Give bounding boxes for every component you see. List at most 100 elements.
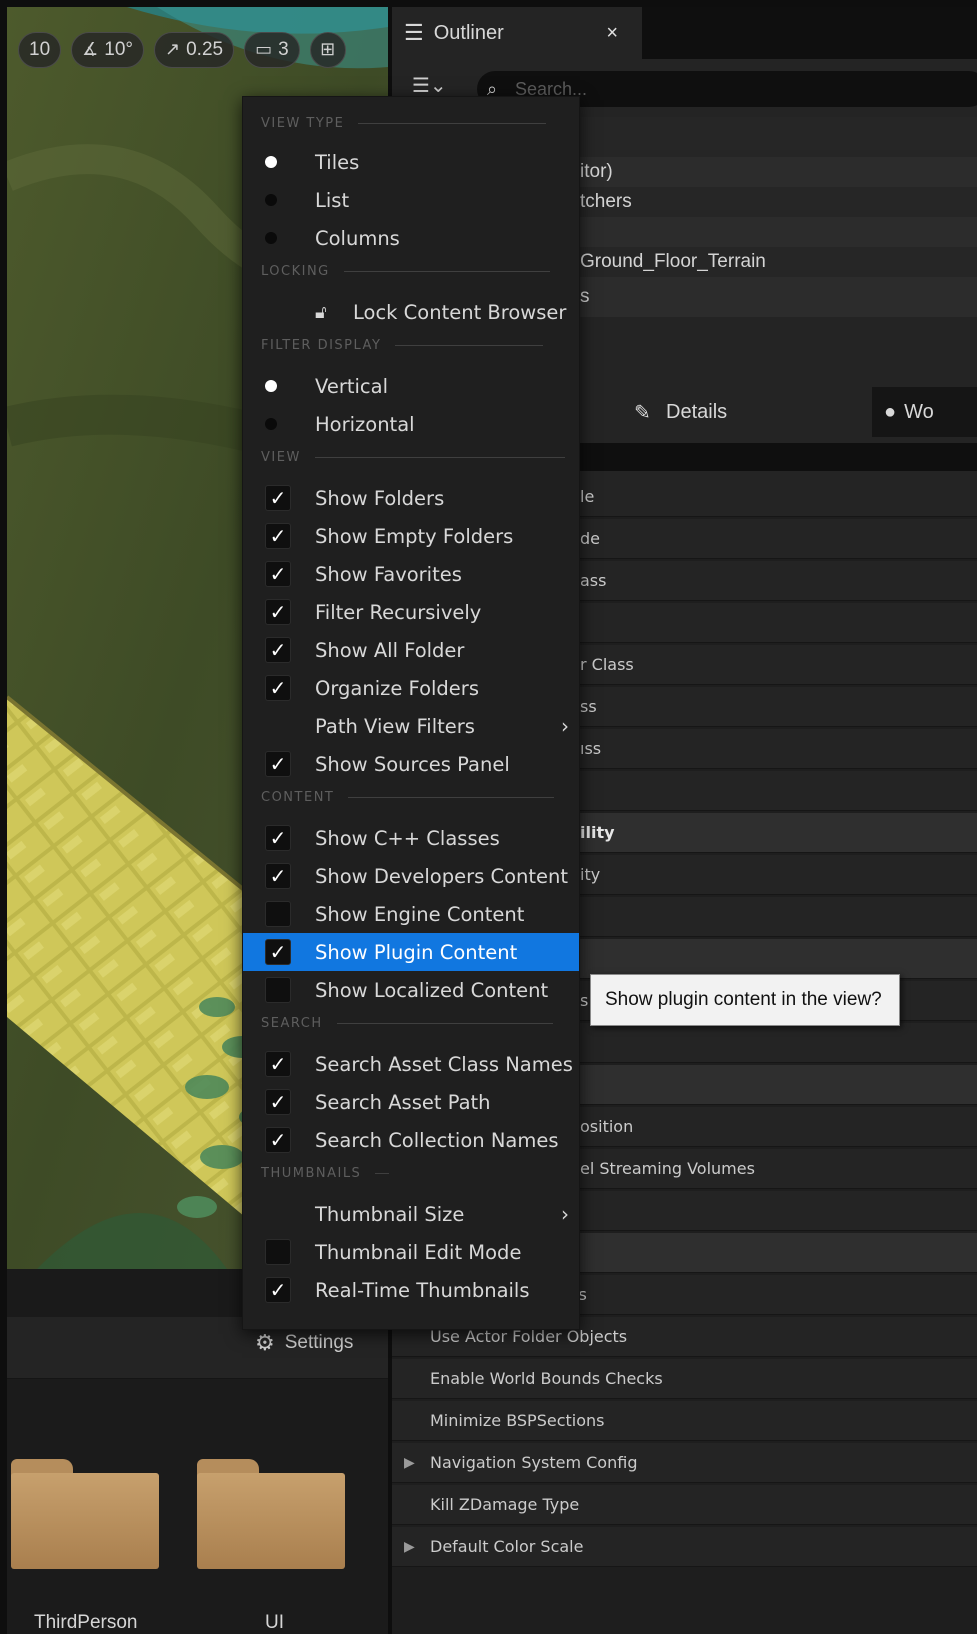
expand-arrow-icon[interactable]: ▶ <box>404 1455 415 1471</box>
menu-item-label: Tiles <box>315 150 360 174</box>
angle-icon: ∡ <box>82 39 99 59</box>
menu-item-tiles[interactable]: Tiles <box>243 143 579 181</box>
menu-item-list[interactable]: List <box>243 181 579 219</box>
details-property-label: Enable World Bounds Checks <box>430 1369 663 1388</box>
folder-label-thirdperson: ThirdPerson <box>34 1612 138 1633</box>
details-property-label: le <box>580 487 595 506</box>
checkbox-checked-icon[interactable]: ✓ <box>265 599 291 625</box>
checkbox-checked-icon[interactable]: ✓ <box>265 939 291 965</box>
grid-snap-button[interactable]: 10 <box>18 31 62 68</box>
menu-item-show-folders[interactable]: ✓ Show Folders <box>243 479 579 517</box>
menu-item-vertical[interactable]: Vertical <box>243 367 579 405</box>
menu-item-path-view-filters[interactable]: Path View Filters › <box>243 707 579 745</box>
section-label: SEARCH <box>261 1015 323 1031</box>
details-property-row[interactable]: ▶ Navigation System Config <box>392 1443 977 1483</box>
content-browser-settings-button[interactable]: ⚙ Settings <box>255 1330 353 1356</box>
menu-item-search-asset-path[interactable]: ✓ Search Asset Path <box>243 1083 579 1121</box>
details-property-row[interactable]: ▶ Default Color Scale <box>392 1527 977 1567</box>
menu-item-organize-folders[interactable]: ✓ Organize Folders <box>243 669 579 707</box>
menu-item-label: Show Empty Folders <box>315 524 514 548</box>
section-label: FILTER DISPLAY <box>261 337 382 353</box>
menu-item-real-time-thumbnails[interactable]: ✓ Real-Time Thumbnails <box>243 1271 579 1309</box>
checkbox-checked-icon[interactable]: ✓ <box>265 825 291 851</box>
section-view: VIEW <box>261 447 565 467</box>
section-content: CONTENT <box>261 787 555 807</box>
menu-item-label: Search Asset Path <box>315 1090 491 1114</box>
checkbox-checked-icon[interactable]: ✓ <box>265 637 291 663</box>
checkbox-unchecked-icon[interactable] <box>265 1239 291 1265</box>
filter-icon[interactable]: ☰⌄ <box>412 73 447 97</box>
unlock-icon: 🔓︎ <box>315 301 327 323</box>
menu-item-label: Path View Filters <box>315 714 475 738</box>
world-tab-label: Wo <box>904 400 934 423</box>
menu-item-horizontal[interactable]: Horizontal <box>243 405 579 443</box>
section-search: SEARCH <box>261 1013 553 1033</box>
checkbox-checked-icon[interactable]: ✓ <box>265 561 291 587</box>
menu-item-show-cpp-classes[interactable]: ✓ Show C++ Classes <box>243 819 579 857</box>
menu-item-lock-content-browser[interactable]: 🔓︎ Lock Content Browser <box>243 293 579 331</box>
menu-item-label: Search Asset Class Names <box>315 1052 573 1076</box>
details-property-label: Default Color Scale <box>430 1537 584 1556</box>
tab-world-settings[interactable]: ● Wo <box>884 387 934 437</box>
grid-layout-icon: ⊞ <box>320 39 336 59</box>
settings-label: Settings <box>284 1332 354 1353</box>
details-property-row[interactable]: Enable World Bounds Checks <box>392 1359 977 1399</box>
checkbox-checked-icon[interactable]: ✓ <box>265 751 291 777</box>
radio-icon <box>265 232 277 244</box>
section-label: VIEW TYPE <box>261 115 345 131</box>
checkbox-checked-icon[interactable]: ✓ <box>265 675 291 701</box>
menu-item-search-collection-names[interactable]: ✓ Search Collection Names <box>243 1121 579 1159</box>
menu-item-show-favorites[interactable]: ✓ Show Favorites <box>243 555 579 593</box>
folder-label-ui: UI <box>265 1612 284 1633</box>
viewport-toolbar: 10 ∡ 10° ↗ 0.25 ▭ 3 ⊞ <box>14 27 346 72</box>
menu-item-show-sources-panel[interactable]: ✓ Show Sources Panel <box>243 745 579 783</box>
section-label: LOCKING <box>261 263 330 279</box>
details-property-label: el Streaming Volumes <box>580 1159 755 1178</box>
tab-outliner[interactable]: ☰ Outliner × <box>392 7 642 59</box>
checkbox-checked-icon[interactable]: ✓ <box>265 523 291 549</box>
details-property-label: Minimize BSPSections <box>430 1411 605 1430</box>
menu-item-show-plugin-content[interactable]: ✓ Show Plugin Content <box>243 933 579 971</box>
details-property-row[interactable]: Kill ZDamage Type <box>392 1485 977 1525</box>
checkbox-unchecked-icon[interactable] <box>265 977 291 1003</box>
checkbox-checked-icon[interactable]: ✓ <box>265 1089 291 1115</box>
section-divider <box>348 796 555 798</box>
radio-selected-icon <box>265 156 277 168</box>
rotation-snap-button[interactable]: ∡ 10° <box>71 31 145 68</box>
details-property-row[interactable]: Minimize BSPSections <box>392 1401 977 1441</box>
section-divider <box>343 270 550 272</box>
expand-arrow-icon[interactable]: ▶ <box>404 1539 415 1555</box>
details-property-label: ility <box>580 823 615 842</box>
details-property-label: ass <box>580 571 607 590</box>
section-divider <box>375 1172 390 1174</box>
checkbox-checked-icon[interactable]: ✓ <box>265 863 291 889</box>
folder-ui[interactable] <box>197 1459 345 1569</box>
section-filter-display: FILTER DISPLAY <box>261 335 544 355</box>
checkbox-unchecked-icon[interactable] <box>265 901 291 927</box>
close-icon[interactable]: × <box>606 22 618 45</box>
menu-item-label: Vertical <box>315 374 388 398</box>
checkbox-checked-icon[interactable]: ✓ <box>265 1051 291 1077</box>
menu-item-show-engine-content[interactable]: Show Engine Content <box>243 895 579 933</box>
menu-item-label: Show Folders <box>315 486 445 510</box>
details-property-label: ıss <box>580 739 602 758</box>
checkbox-checked-icon[interactable]: ✓ <box>265 1127 291 1153</box>
menu-item-thumbnail-edit-mode[interactable]: Thumbnail Edit Mode <box>243 1233 579 1271</box>
checkbox-checked-icon[interactable]: ✓ <box>265 1277 291 1303</box>
scale-arrow-icon: ↗ <box>165 39 181 59</box>
menu-item-filter-recursively[interactable]: ✓ Filter Recursively <box>243 593 579 631</box>
menu-item-show-empty-folders[interactable]: ✓ Show Empty Folders <box>243 517 579 555</box>
menu-item-show-developers-content[interactable]: ✓ Show Developers Content <box>243 857 579 895</box>
menu-item-show-all-folder[interactable]: ✓ Show All Folder <box>243 631 579 669</box>
menu-item-columns[interactable]: Columns <box>243 219 579 257</box>
scale-snap-button[interactable]: ↗ 0.25 <box>154 31 235 68</box>
camera-speed-button[interactable]: ▭ 3 <box>244 31 300 68</box>
chevron-right-icon: › <box>561 714 569 738</box>
layout-grid-button[interactable]: ⊞ <box>309 31 346 68</box>
menu-item-label: Thumbnail Edit Mode <box>315 1240 522 1264</box>
checkbox-checked-icon[interactable]: ✓ <box>265 485 291 511</box>
menu-item-show-localized-content[interactable]: Show Localized Content <box>243 971 579 1009</box>
folder-thirdperson[interactable] <box>11 1459 159 1569</box>
menu-item-search-asset-class-names[interactable]: ✓ Search Asset Class Names <box>243 1045 579 1083</box>
menu-item-thumbnail-size[interactable]: Thumbnail Size › <box>243 1195 579 1233</box>
